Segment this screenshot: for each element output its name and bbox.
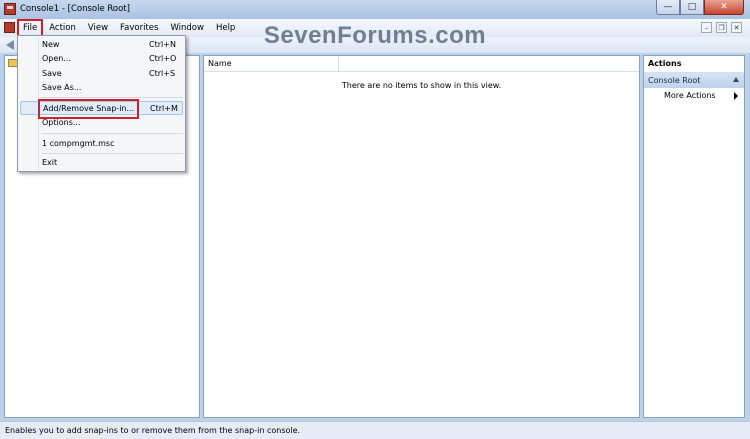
menu-item-label: Add/Remove Snap-in... — [37, 99, 140, 119]
more-actions-item[interactable]: More Actions — [644, 88, 744, 104]
menu-item-label: 1 compmgmt.msc — [42, 139, 115, 148]
empty-view-message: There are no items to show in this view. — [341, 81, 502, 90]
menu-item-label: Options... — [42, 118, 81, 127]
menu-item-label: Save As... — [42, 83, 82, 92]
window-title: Console1 - [Console Root] — [20, 4, 130, 14]
menu-item-options[interactable]: Options... — [20, 116, 183, 130]
collapse-arrow-icon[interactable] — [733, 77, 739, 82]
title-bar: Console1 - [Console Root] — □ ✕ — [0, 0, 750, 19]
menu-separator — [42, 97, 183, 98]
menu-item-shortcut: Ctrl+O — [149, 54, 177, 63]
status-text: Enables you to add snap-ins to or remove… — [5, 426, 301, 435]
menu-item-shortcut: Ctrl+N — [149, 40, 176, 49]
results-pane[interactable]: Name There are no items to show in this … — [203, 55, 640, 418]
menu-separator — [42, 133, 183, 134]
menu-item-label: Save — [42, 69, 62, 78]
menu-item-exit[interactable]: Exit — [20, 156, 183, 170]
menu-item-shortcut: Ctrl+S — [149, 69, 176, 78]
window-controls: — □ ✕ — [656, 0, 744, 15]
file-menu-dropdown: New Ctrl+N Open... Ctrl+O Save Ctrl+S Sa… — [17, 35, 186, 172]
menu-item-save-as[interactable]: Save As... — [20, 81, 183, 95]
minimize-button[interactable]: — — [656, 0, 680, 15]
close-button[interactable]: ✕ — [704, 0, 744, 15]
menu-item-label: Exit — [42, 158, 58, 167]
column-header-name[interactable]: Name — [204, 56, 339, 71]
actions-title: Actions — [644, 56, 744, 73]
mmc-window: Console1 - [Console Root] — □ ✕ File Act… — [0, 0, 750, 439]
app-icon — [4, 3, 16, 15]
menu-item-save[interactable]: Save Ctrl+S — [20, 67, 183, 81]
submenu-arrow-icon — [734, 92, 738, 100]
actions-section-label: Console Root — [648, 76, 701, 85]
menu-item-recent-compmgmt[interactable]: 1 compmgmt.msc — [20, 137, 183, 151]
menu-item-shortcut: Ctrl+M — [150, 104, 178, 113]
menu-separator — [42, 153, 183, 154]
menu-item-add-remove-snap-in[interactable]: Add/Remove Snap-in... Ctrl+M — [20, 99, 183, 119]
column-header-row: Name — [204, 56, 639, 72]
actions-section-console-root[interactable]: Console Root — [644, 73, 744, 88]
actions-pane: Actions Console Root More Actions — [643, 55, 745, 418]
more-actions-label: More Actions — [664, 91, 716, 100]
menu-item-label: New — [42, 40, 60, 49]
menu-item-label: Open... — [42, 54, 71, 63]
menu-item-new[interactable]: New Ctrl+N — [20, 38, 183, 52]
maximize-button[interactable]: □ — [680, 0, 704, 15]
status-bar: Enables you to add snap-ins to or remove… — [0, 421, 750, 439]
menu-item-open[interactable]: Open... Ctrl+O — [20, 52, 183, 66]
